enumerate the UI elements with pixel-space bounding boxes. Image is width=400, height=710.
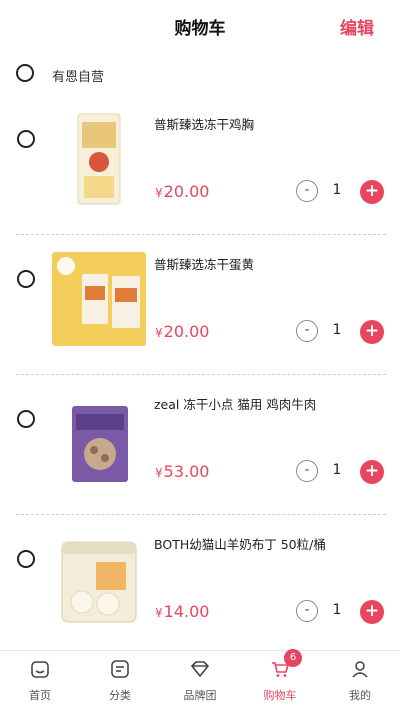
diamond-icon — [190, 659, 210, 679]
item-divider — [16, 514, 386, 515]
product-image[interactable] — [52, 532, 146, 626]
product-price: ¥53.00 — [155, 462, 210, 481]
quantity-value: 1 — [332, 462, 342, 478]
product-name[interactable]: 普斯臻选冻干蛋黄 — [154, 254, 254, 273]
product-name[interactable]: BOTH幼猫山羊奶布丁 50粒/桶 — [154, 534, 326, 553]
tab-label: 我的 — [349, 689, 371, 702]
product-price: ¥14.00 — [155, 602, 210, 621]
quantity-value: 1 — [332, 182, 342, 198]
profile-icon — [350, 659, 370, 679]
edit-button[interactable]: 编辑 — [340, 14, 374, 39]
tab-profile[interactable]: 我的 — [320, 651, 400, 710]
cart-count-badge: 6 — [284, 649, 302, 667]
bottom-tab-bar: 首页 分类 品牌团 6 购物车 我的 — [0, 649, 400, 710]
tab-brand[interactable]: 品牌团 — [160, 651, 240, 710]
cart-item: BOTH幼猫山羊奶布丁 50粒/桶 ¥14.00 - 1 + — [0, 524, 400, 664]
item-select-radio[interactable] — [17, 130, 35, 148]
header: 购物车 编辑 — [0, 0, 400, 50]
quantity-value: 1 — [332, 602, 342, 618]
home-icon — [30, 659, 50, 679]
increase-quantity-button[interactable]: + — [360, 320, 384, 344]
product-name[interactable]: zeal 冻干小点 猫用 鸡肉牛肉 — [154, 394, 316, 413]
quantity-value: 1 — [332, 322, 342, 338]
increase-quantity-button[interactable]: + — [360, 460, 384, 484]
store-select-radio[interactable] — [16, 64, 34, 82]
item-select-radio[interactable] — [17, 410, 35, 428]
decrease-quantity-button[interactable]: - — [296, 600, 318, 622]
cart-item: 普斯臻选冻干蛋黄 ¥20.00 - 1 + — [0, 244, 400, 384]
tab-home[interactable]: 首页 — [0, 651, 80, 710]
product-image[interactable] — [52, 392, 146, 486]
decrease-quantity-button[interactable]: - — [296, 460, 318, 482]
product-image[interactable] — [52, 252, 146, 346]
decrease-quantity-button[interactable]: - — [296, 320, 318, 342]
product-image[interactable] — [52, 112, 146, 206]
cart-item: zeal 冻干小点 猫用 鸡肉牛肉 ¥53.00 - 1 + — [0, 384, 400, 524]
increase-quantity-button[interactable]: + — [360, 180, 384, 204]
item-divider — [16, 374, 386, 375]
increase-quantity-button[interactable]: + — [360, 600, 384, 624]
item-select-radio[interactable] — [17, 550, 35, 568]
product-price: ¥20.00 — [155, 182, 210, 201]
tab-cart[interactable]: 6 购物车 — [240, 649, 320, 710]
item-select-radio[interactable] — [17, 270, 35, 288]
cart-item: 普斯臻选冻干鸡胸 ¥20.00 - 1 + — [0, 104, 400, 244]
category-icon — [110, 659, 130, 679]
tab-category[interactable]: 分类 — [80, 651, 160, 710]
decrease-quantity-button[interactable]: - — [296, 180, 318, 202]
store-row: 有恩自营 — [0, 58, 400, 92]
tab-label: 购物车 — [263, 689, 297, 702]
tab-label: 品牌团 — [183, 689, 217, 702]
item-divider — [16, 234, 386, 235]
product-price: ¥20.00 — [155, 322, 210, 341]
store-name: 有恩自营 — [52, 70, 105, 85]
product-name[interactable]: 普斯臻选冻干鸡胸 — [154, 114, 254, 133]
tab-label: 首页 — [29, 689, 51, 702]
tab-label: 分类 — [109, 689, 131, 702]
